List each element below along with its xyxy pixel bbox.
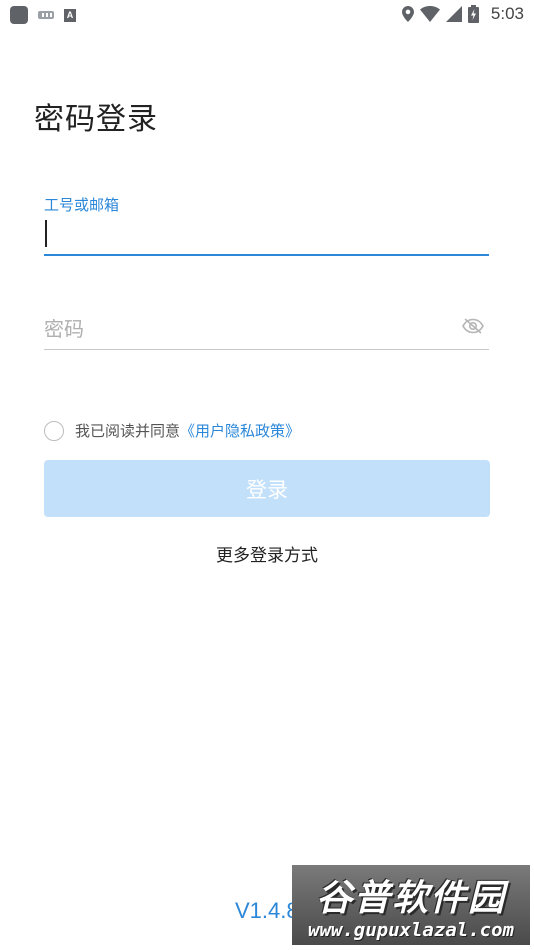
signal-icon (445, 6, 462, 22)
font-a-icon: A (64, 8, 76, 22)
login-button[interactable]: 登录 (44, 460, 490, 517)
wifi-icon (419, 6, 440, 22)
text-cursor (45, 220, 47, 247)
status-bar-left: A (10, 6, 76, 24)
eye-off-icon[interactable] (462, 318, 484, 334)
agreement-row: 我已阅读并同意 《用户隐私政策》 (44, 420, 300, 441)
status-bar: A 5:03 (0, 0, 534, 30)
keyboard-icon (38, 11, 54, 19)
account-input[interactable] (44, 218, 489, 256)
more-login-methods-link[interactable]: 更多登录方式 (0, 541, 534, 566)
app-square-icon (10, 6, 28, 24)
battery-icon (467, 5, 479, 23)
agree-text: 我已阅读并同意 (75, 422, 181, 440)
privacy-policy-link[interactable]: 《用户隐私政策》 (180, 420, 300, 441)
watermark-title: 谷普软件园 (315, 878, 506, 919)
status-bar-right: 5:03 (401, 4, 524, 24)
status-time: 5:03 (490, 4, 524, 23)
app-version: V1.4.8 (235, 898, 299, 923)
account-field-label: 工号或邮箱 (44, 196, 120, 214)
page-title: 密码登录 (34, 102, 158, 137)
watermark-url: www.gupuxlazal.com (308, 919, 514, 941)
password-input[interactable] (44, 308, 489, 350)
watermark-logo: 谷普软件园 www.gupuxlazal.com (292, 865, 530, 945)
location-icon (401, 6, 414, 22)
agree-radio[interactable] (44, 420, 64, 441)
